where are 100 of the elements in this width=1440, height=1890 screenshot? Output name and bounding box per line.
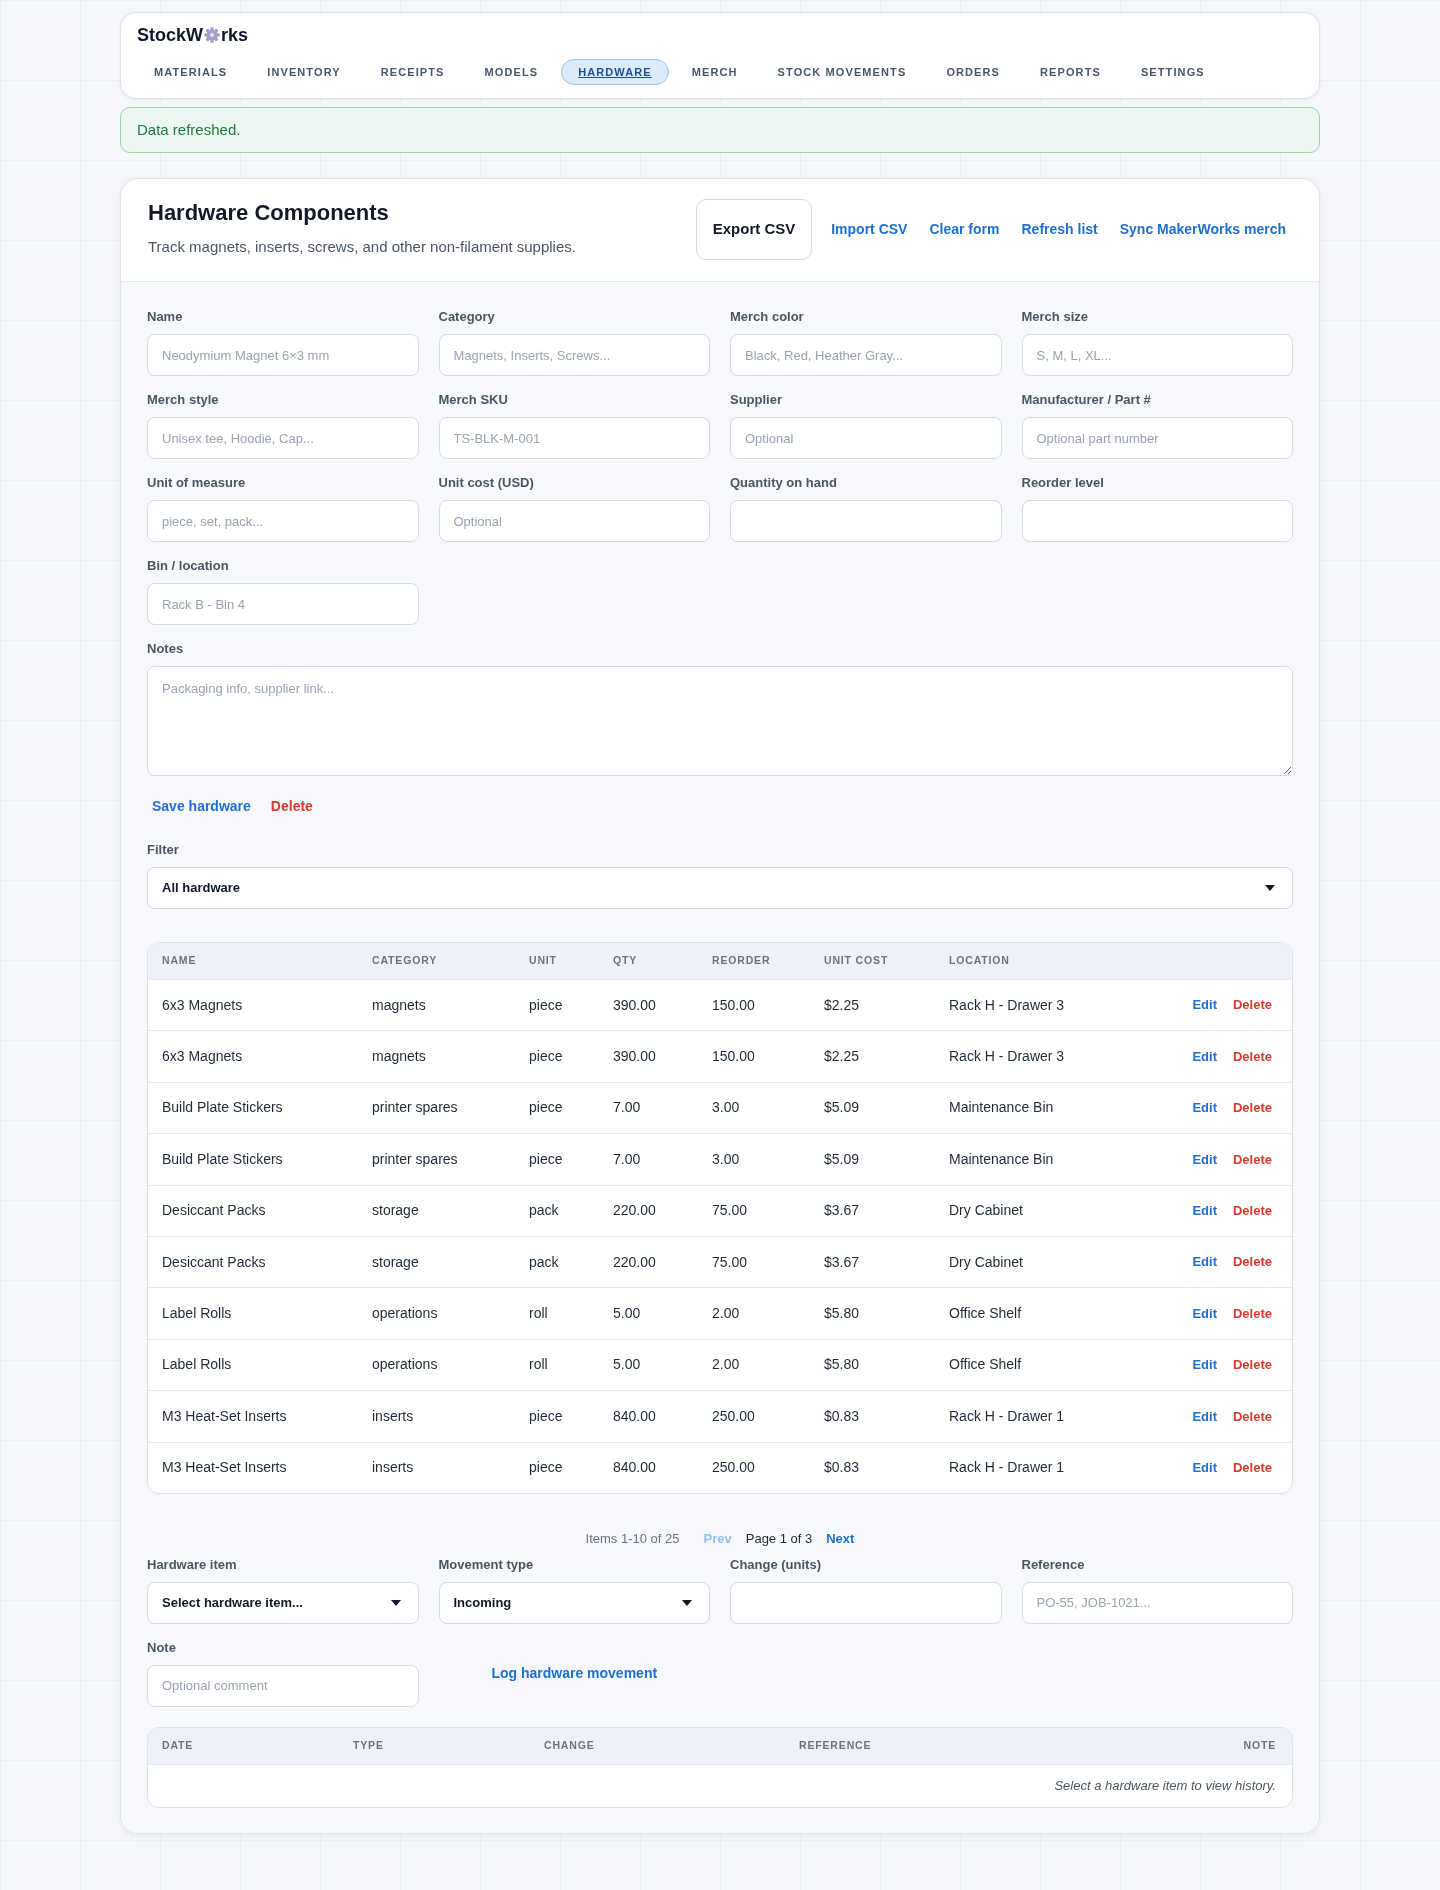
nav-tab[interactable]: HARDWARE <box>561 59 669 85</box>
table-cell-text: Label Rolls <box>161 1355 233 1375</box>
field-label: Bin / location <box>147 558 230 574</box>
delete-button[interactable]: Delete <box>1232 1098 1272 1118</box>
table-cell-text: Build Plate Stickers <box>161 1149 284 1169</box>
table-cell-text: Office Shelf <box>948 1304 1023 1324</box>
table-cell-text: 390.00 <box>612 1047 657 1067</box>
delete-button[interactable]: Delete <box>1232 1457 1272 1478</box>
table-cell-text: 250.00 <box>711 1406 756 1426</box>
notes-field[interactable]: Packaging info, supplier link... <box>147 666 1293 776</box>
delete-button[interactable]: Delete <box>1232 1406 1272 1427</box>
table-cell-text: magnets <box>371 995 427 1015</box>
column-header: DATE <box>161 1738 195 1754</box>
select-field[interactable]: Incoming <box>438 1581 710 1624</box>
edit-button[interactable]: Edit <box>1192 1201 1217 1221</box>
table-cell-text: 75.00 <box>711 1252 749 1272</box>
edit-button[interactable]: Edit <box>1192 1355 1217 1375</box>
delete-button[interactable]: Delete <box>1232 1149 1272 1170</box>
table-cell-text: inserts <box>371 1458 415 1478</box>
text-field[interactable]: Unisex tee, Hoodie, Cap... <box>147 417 419 459</box>
text-field[interactable] <box>1021 500 1293 542</box>
table-cell-text: $0.83 <box>823 1458 861 1478</box>
log-movement-button[interactable]: Log hardware movement <box>483 1656 666 1690</box>
table-cell-text: Desiccant Packs <box>161 1252 267 1272</box>
link-button[interactable]: Clear form <box>920 213 1009 246</box>
edit-button[interactable]: Edit <box>1192 1303 1217 1324</box>
column-header: LOCATION <box>948 953 1011 969</box>
text-field[interactable] <box>730 1581 1002 1624</box>
text-field[interactable]: TS-BLK-M-001 <box>438 417 710 459</box>
text-field[interactable] <box>730 500 1002 542</box>
edit-button[interactable]: Edit <box>1192 1252 1217 1272</box>
delete-button[interactable]: Delete <box>1232 1355 1272 1375</box>
field-label: Reference <box>1021 1556 1086 1573</box>
edit-button[interactable]: Edit <box>1192 1149 1217 1170</box>
field-label: Filter <box>147 842 180 858</box>
text-field[interactable]: Optional <box>438 500 710 542</box>
nav-tab[interactable]: REPORTS <box>1023 59 1118 85</box>
link-button[interactable]: Import CSV <box>822 213 917 246</box>
text-field[interactable]: Black, Red, Heather Gray... <box>730 334 1002 376</box>
nav-tab[interactable]: MERCH <box>674 59 755 85</box>
delete-button[interactable]: Delete <box>1232 1201 1272 1221</box>
brand-text: rks <box>221 24 249 47</box>
text-field[interactable]: PO-55, JOB-1021... <box>1021 1581 1293 1624</box>
table-cell-text: Dry Cabinet <box>948 1201 1024 1221</box>
edit-button[interactable]: Edit <box>1192 1457 1217 1478</box>
column-header: CHANGE <box>543 1738 596 1754</box>
table-cell-text: printer spares <box>371 1149 459 1169</box>
edit-button[interactable]: Edit <box>1192 995 1217 1015</box>
brand-text: StockW <box>137 24 203 47</box>
table-cell-text: Rack H - Drawer 3 <box>948 995 1066 1015</box>
table-cell-text: 220.00 <box>612 1201 657 1221</box>
column-header: QTY <box>612 953 639 969</box>
success-alert: Data refreshed. <box>120 107 1320 153</box>
table-cell-text: 5.00 <box>612 1355 642 1375</box>
save-button[interactable]: Save hardware <box>147 788 256 824</box>
table-cell-text: 7.00 <box>612 1098 642 1118</box>
table-cell-text: Dry Cabinet <box>948 1252 1024 1272</box>
edit-button[interactable]: Edit <box>1192 1406 1217 1427</box>
nav-tab[interactable]: RECEIPTS <box>363 59 462 85</box>
delete-button[interactable]: Delete <box>265 788 318 824</box>
edit-button[interactable]: Edit <box>1192 1046 1217 1067</box>
select-field[interactable]: Select hardware item... <box>147 1581 419 1624</box>
table-cell-text: 250.00 <box>711 1458 756 1478</box>
nav-tab[interactable]: STOCK MOVEMENTS <box>760 59 924 85</box>
delete-button[interactable]: Delete <box>1232 1252 1272 1272</box>
text-field[interactable]: Neodymium Magnet 6×3 mm <box>147 334 419 376</box>
nav-tab[interactable]: MODELS <box>467 59 556 85</box>
table-cell-text: M3 Heat-Set Inserts <box>161 1406 288 1426</box>
text-field[interactable]: piece, set, pack... <box>147 500 419 542</box>
field-label: Movement type <box>438 1556 535 1573</box>
select-field[interactable]: All hardware <box>147 867 1293 909</box>
edit-button[interactable]: Edit <box>1192 1098 1217 1118</box>
text-field[interactable]: Magnets, Inserts, Screws... <box>438 334 710 376</box>
text-field[interactable]: Optional <box>730 417 1002 459</box>
text-field[interactable]: Optional part number <box>1021 417 1293 459</box>
table-cell-text: Build Plate Stickers <box>161 1098 284 1118</box>
page-indicator: Page 1 of 3 <box>745 1529 813 1548</box>
nav-tab[interactable]: MATERIALS <box>137 59 245 85</box>
delete-button[interactable]: Delete <box>1232 1303 1272 1324</box>
text-field[interactable]: Rack B - Bin 4 <box>147 583 419 625</box>
delete-button[interactable]: Delete <box>1232 995 1272 1015</box>
link-button[interactable]: Refresh list <box>1012 213 1107 246</box>
table-cell-text: 390.00 <box>612 995 657 1015</box>
field-label: Notes <box>147 641 185 657</box>
text-field[interactable]: Optional comment <box>147 1664 419 1707</box>
nav-tab[interactable]: INVENTORY <box>250 59 358 85</box>
field-label: Manufacturer / Part # <box>1021 392 1152 408</box>
table-cell-text: piece <box>528 1149 564 1169</box>
table-cell-text: pack <box>528 1252 560 1272</box>
text-field[interactable]: S, M, L, XL... <box>1021 334 1293 376</box>
export-button[interactable]: Export CSV <box>695 199 813 260</box>
delete-button[interactable]: Delete <box>1232 1046 1272 1067</box>
link-button[interactable]: Sync MakerWorks merch <box>1110 213 1295 246</box>
next-button[interactable]: Next <box>826 1528 855 1549</box>
table-cell-text: printer spares <box>371 1098 459 1118</box>
table-cell-text: $0.83 <box>823 1406 861 1426</box>
field-label: Unit of measure <box>147 475 247 491</box>
nav-tab[interactable]: SETTINGS <box>1123 59 1222 85</box>
nav-tab[interactable]: ORDERS <box>929 59 1018 85</box>
page-title: Hardware Components <box>148 199 390 227</box>
